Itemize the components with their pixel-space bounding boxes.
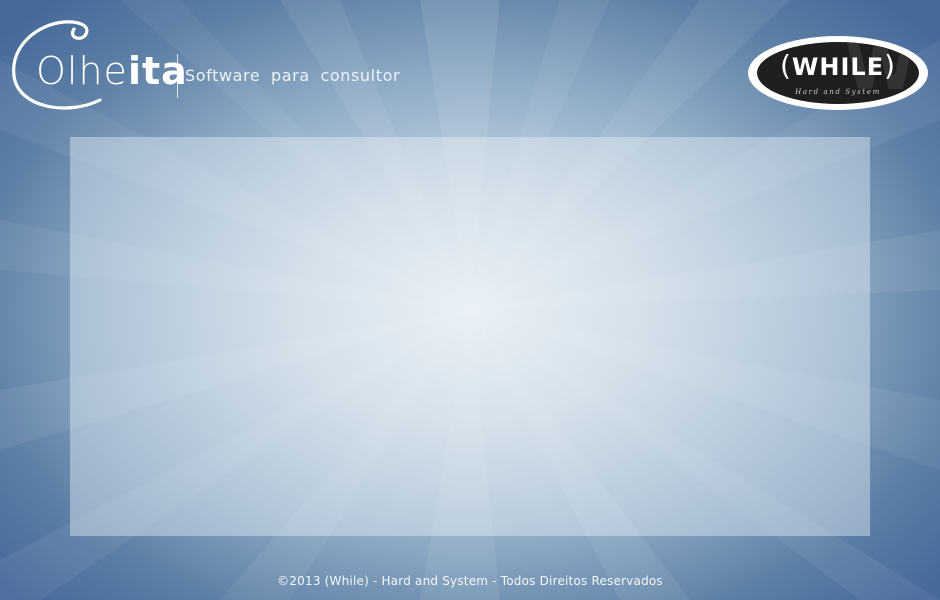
company-logo-subtitle: Hard and System — [795, 88, 881, 96]
company-logo[interactable]: W (WHILE) Hard and System — [748, 36, 928, 110]
logo-wordmark: Olheita — [36, 52, 188, 90]
company-logo-close-paren: ) — [884, 49, 897, 82]
logo-tagline: Software para consultor — [185, 66, 401, 85]
content-panel — [70, 137, 870, 536]
logo-divider — [177, 54, 178, 98]
footer-copyright: ©2013 (While) - Hard and System - Todos … — [277, 574, 663, 588]
company-logo-name: WHILE — [791, 53, 885, 81]
logo-word-light: Olhe — [36, 49, 128, 93]
header: Olheita Software para consultor W (WHILE… — [0, 0, 940, 125]
logo-word-bold: ita — [127, 49, 188, 93]
olheita-logo[interactable]: Olheita Software para consultor — [8, 12, 408, 112]
company-logo-badge: W (WHILE) Hard and System — [757, 42, 919, 104]
company-logo-open-paren: ( — [779, 49, 792, 82]
company-logo-title: (WHILE) — [757, 52, 919, 80]
